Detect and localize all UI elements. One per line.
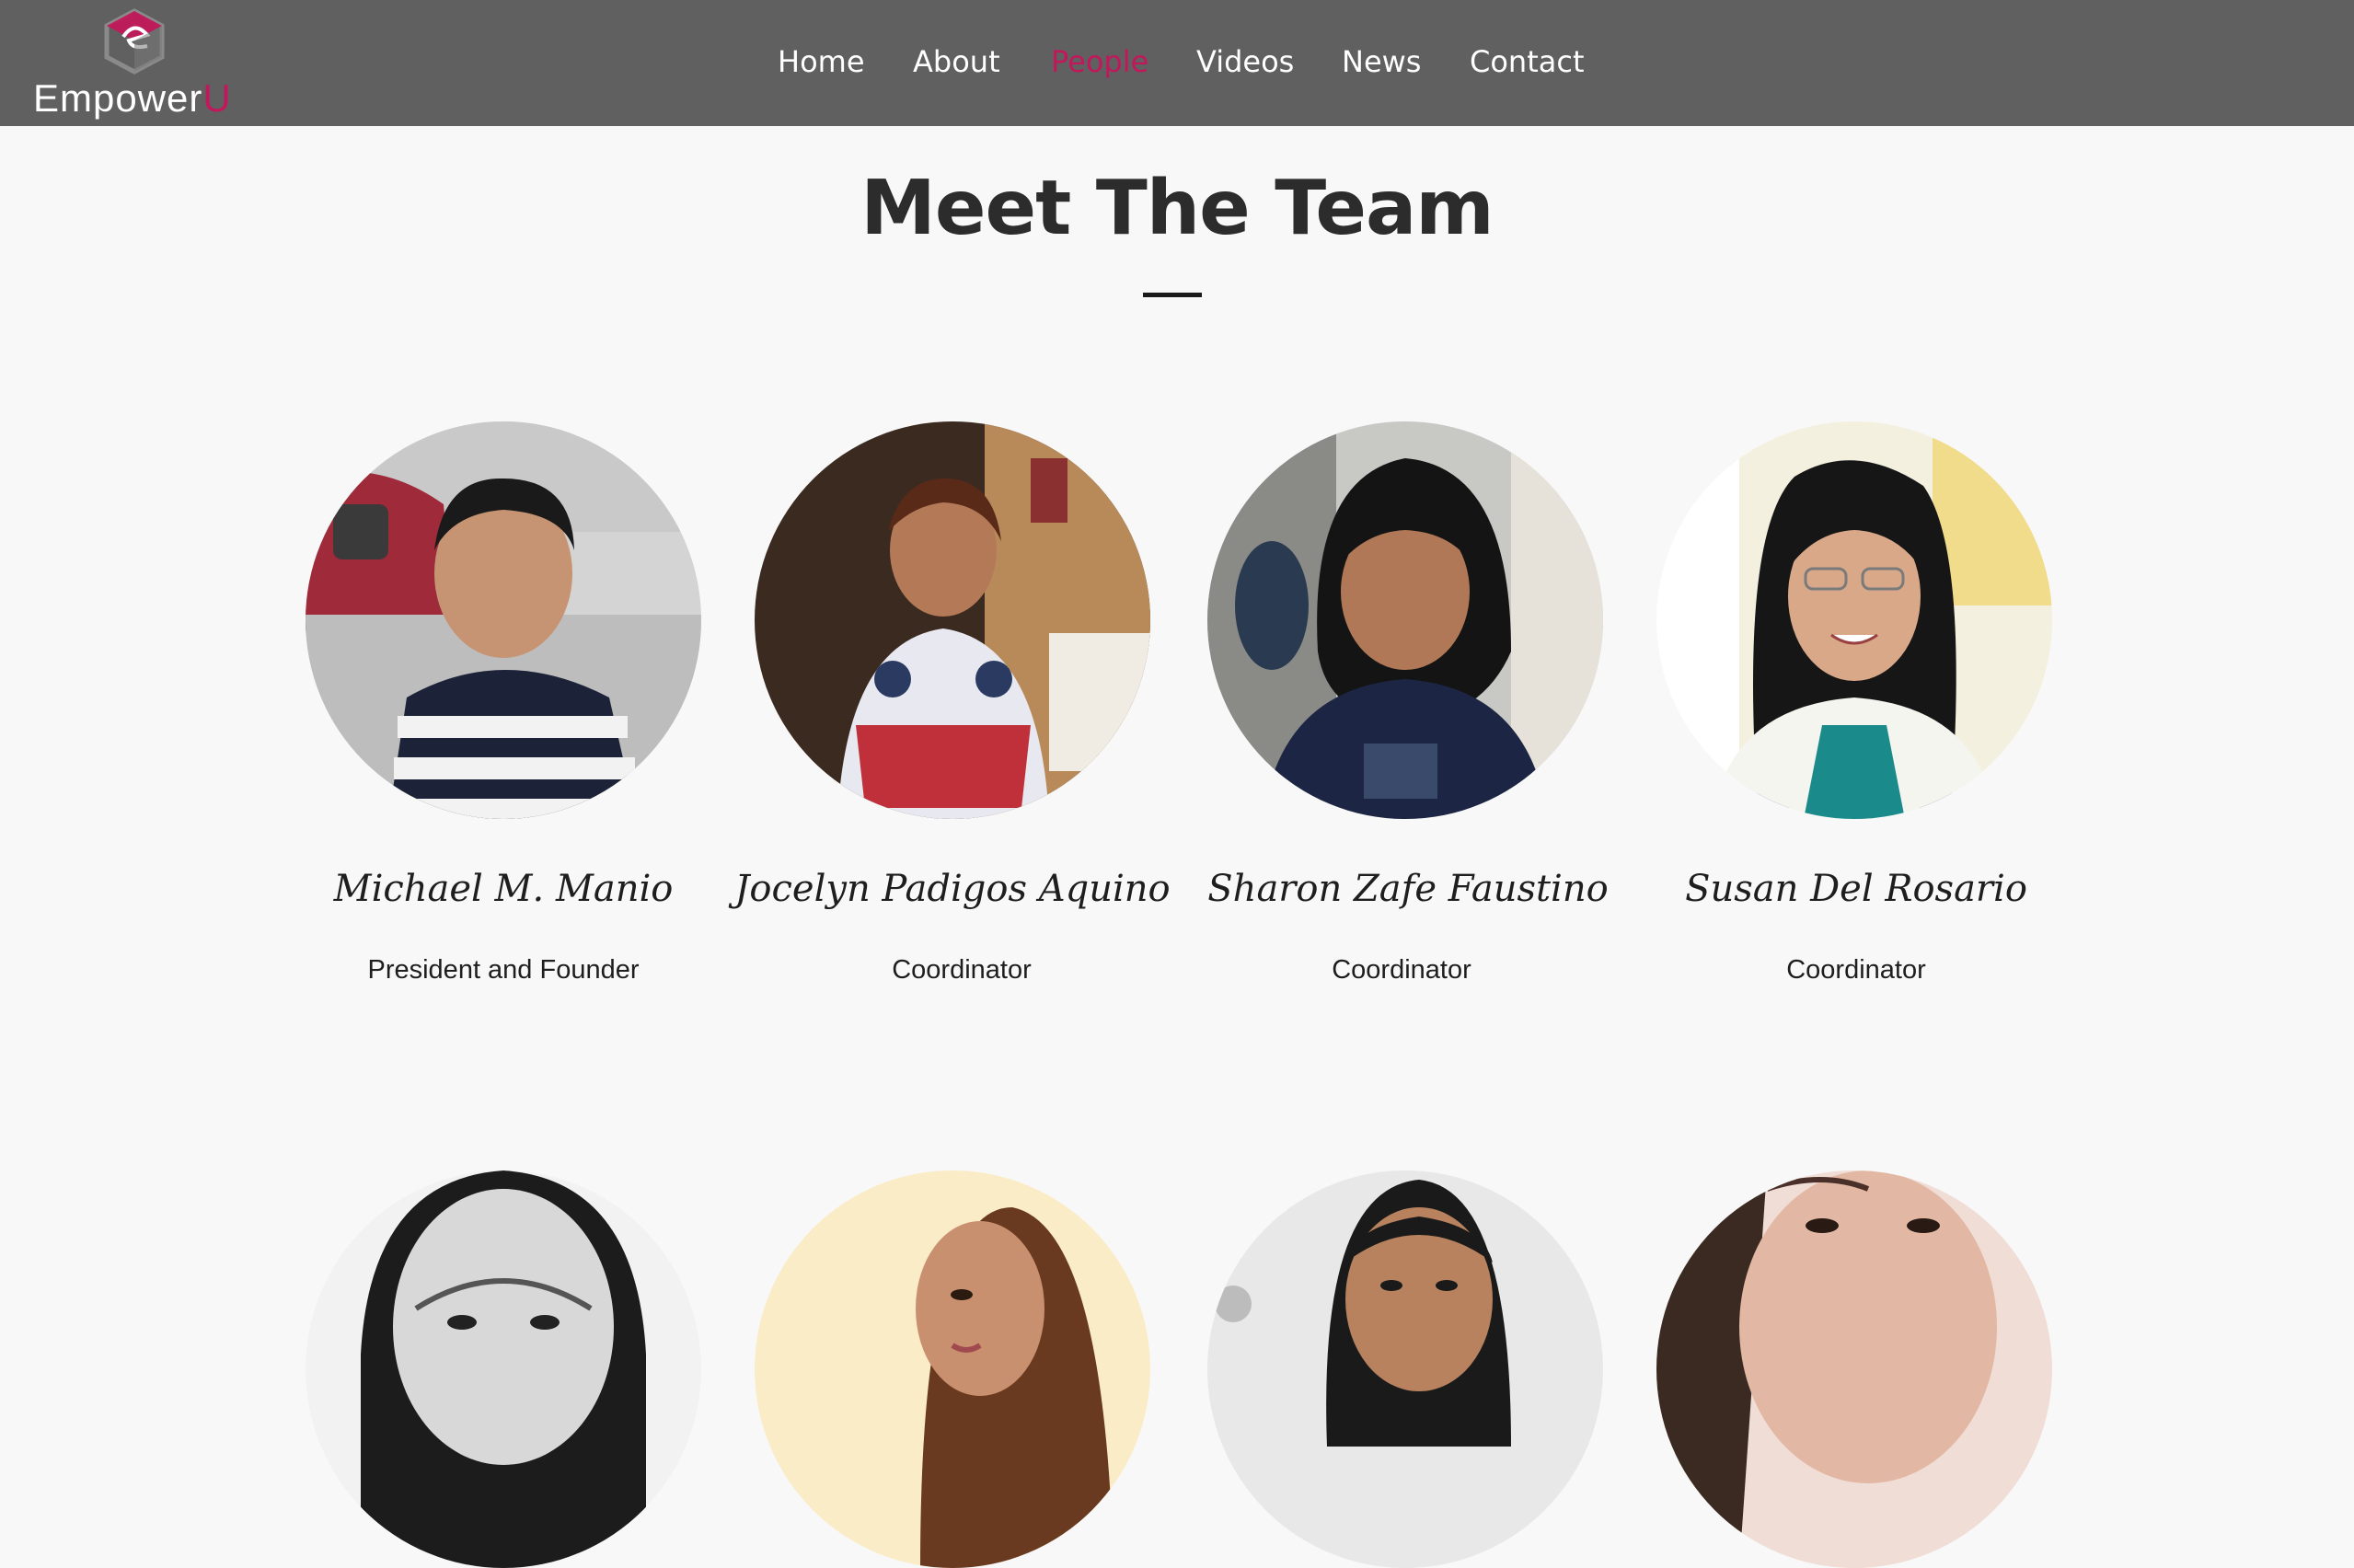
member-name: Michael M. Manio (333, 868, 674, 910)
site-header: EmpowerU Home About People Videos News C… (0, 0, 2354, 126)
main-nav: Home About People Videos News Contact (0, 0, 2354, 126)
nav-people[interactable]: People (1051, 42, 1148, 81)
member-name: Jocelyn Padigos Aquino (734, 868, 1171, 910)
member-role: President and Founder (367, 955, 640, 985)
title-divider (1143, 293, 1202, 297)
member-name: Sharon Zafe Faustino (1207, 868, 1609, 910)
member-photo-row2-2[interactable] (755, 1170, 1150, 1568)
member-role: Coordinator (1332, 955, 1471, 985)
member-photo-michael[interactable] (306, 421, 701, 819)
page-title: Meet The Team (860, 165, 1494, 252)
member-name: Susan Del Rosario (1685, 868, 2027, 910)
member-photo-jocelyn[interactable] (755, 421, 1150, 819)
member-photo-row2-4[interactable] (1656, 1170, 2052, 1568)
nav-contact[interactable]: Contact (1470, 42, 1585, 81)
member-photo-susan[interactable] (1656, 421, 2052, 819)
member-photo-sharon[interactable] (1207, 421, 1603, 819)
nav-about[interactable]: About (913, 42, 1000, 81)
member-photo-row2-1[interactable] (306, 1170, 701, 1568)
nav-news[interactable]: News (1342, 42, 1421, 81)
member-role: Coordinator (1786, 955, 1926, 985)
member-role: Coordinator (892, 955, 1032, 985)
nav-videos[interactable]: Videos (1196, 42, 1294, 81)
member-photo-row2-3[interactable] (1207, 1170, 1603, 1568)
nav-home[interactable]: Home (778, 42, 865, 81)
